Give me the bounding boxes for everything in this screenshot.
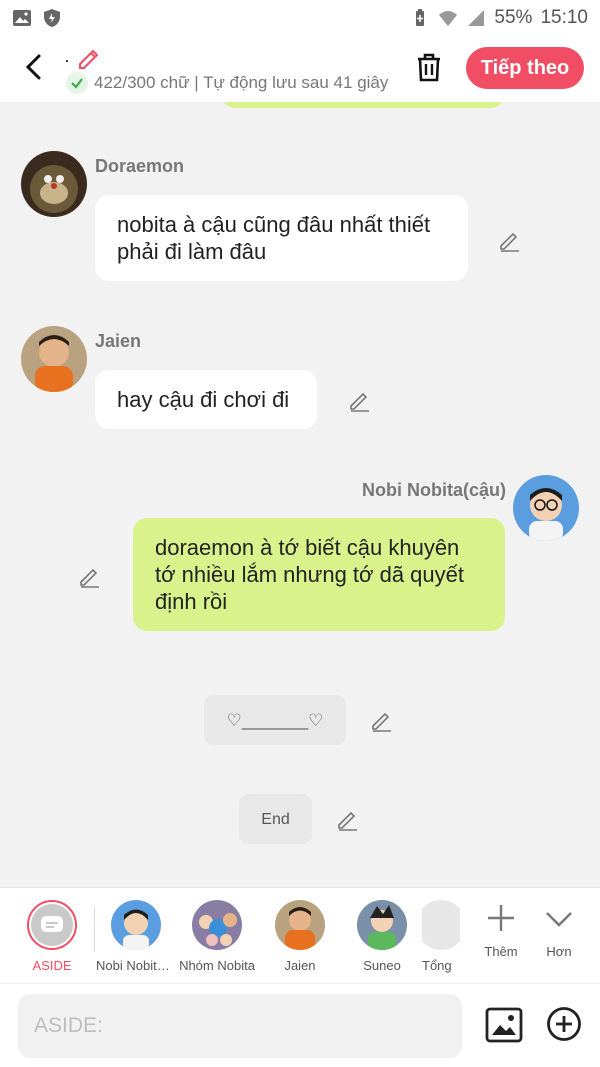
narration-bubble[interactable]: ♡_______♡ — [204, 695, 346, 745]
character-label: Nhóm Nobita — [179, 958, 255, 973]
image-icon — [13, 10, 31, 26]
sender-name: Doraemon — [95, 156, 185, 176]
character-aside[interactable]: ASIDE — [12, 900, 92, 973]
avatar-jaien[interactable] — [21, 326, 87, 392]
trash-icon[interactable] — [412, 50, 446, 84]
check-icon — [66, 72, 88, 94]
character-label: Tổng — [422, 958, 452, 973]
message-bubble[interactable]: nobita à cậu cũng đâu nhất thiết phải đi… — [95, 195, 468, 281]
sender-name: Nobi Nobita(cậu) — [362, 480, 506, 500]
aside-avatar — [27, 900, 77, 950]
avatar — [422, 900, 460, 950]
pencil-icon[interactable] — [336, 807, 360, 831]
autosave-text: 422/300 chữ | Tự động lưu sau 41 giây — [94, 73, 389, 92]
message-bubble[interactable]: doraemon à tớ biết cậu khuyên tớ nhiều l… — [133, 518, 505, 631]
sender-name: Jaien — [95, 331, 142, 351]
add-character-button[interactable]: Thêm — [476, 902, 526, 959]
chevron-down-icon — [546, 912, 572, 927]
pencil-icon[interactable] — [78, 564, 102, 588]
add-label: Thêm — [484, 944, 518, 959]
message-bubble[interactable]: hay cậu đi chơi đi — [95, 370, 317, 429]
divider — [94, 906, 95, 952]
pencil-icon[interactable] — [348, 388, 372, 412]
pencil-icon[interactable] — [498, 228, 522, 252]
character-label: Nobi Nobita(cậu) — [96, 958, 176, 973]
signal-icon — [468, 10, 485, 26]
character-group[interactable]: Nhóm Nobita — [177, 900, 257, 973]
character-suneo[interactable]: Suneo — [342, 900, 422, 973]
clock: 15:10 — [540, 7, 588, 28]
status-bar: 55% 15:10 — [0, 0, 600, 36]
battery-percent: 55% — [494, 7, 533, 28]
autosave-status: 422/300 chữ | Tự động lưu sau 41 giây — [66, 72, 396, 94]
character-label: Jaien — [284, 958, 316, 973]
more-button[interactable]: Hơn — [534, 902, 584, 959]
character-bar: ASIDE Nobi Nobita(cậu) Nhóm Nobita Jaien… — [0, 887, 600, 983]
avatar — [275, 900, 325, 950]
message-input[interactable] — [18, 994, 462, 1058]
wifi-icon — [439, 11, 458, 26]
chat-icon — [41, 916, 63, 932]
back-button[interactable] — [16, 50, 50, 84]
character-label: ASIDE — [32, 958, 72, 973]
plus-icon — [488, 905, 514, 931]
previous-message-bubble[interactable] — [222, 102, 504, 108]
avatar-nobita[interactable] — [513, 475, 579, 541]
narration-bubble[interactable]: End — [239, 794, 312, 844]
input-bar — [0, 983, 600, 1067]
chat-area: Doraemon nobita à cậu cũng đâu nhất thiế… — [0, 102, 600, 887]
shield-icon — [44, 9, 60, 27]
add-circle-icon[interactable] — [546, 1006, 582, 1042]
avatar — [111, 900, 161, 950]
top-bar: · 422/300 chữ | Tự động lưu sau 41 giây … — [0, 36, 600, 102]
avatar — [357, 900, 407, 950]
pencil-icon[interactable] — [76, 44, 102, 70]
next-button[interactable]: Tiếp theo — [466, 47, 584, 89]
character-jaien[interactable]: Jaien — [260, 900, 340, 973]
more-label: Hơn — [546, 944, 572, 959]
chevron-left-icon — [25, 54, 41, 80]
pencil-icon[interactable] — [370, 708, 394, 732]
character-nobita[interactable]: Nobi Nobita(cậu) — [96, 900, 176, 973]
image-icon[interactable] — [485, 1006, 523, 1044]
avatar-doraemon[interactable] — [21, 151, 87, 217]
avatar — [192, 900, 242, 950]
character-tong[interactable]: Tổng — [422, 900, 460, 973]
character-label: Suneo — [363, 958, 401, 973]
battery-saver-icon — [416, 9, 425, 26]
story-title[interactable]: · — [64, 50, 70, 71]
